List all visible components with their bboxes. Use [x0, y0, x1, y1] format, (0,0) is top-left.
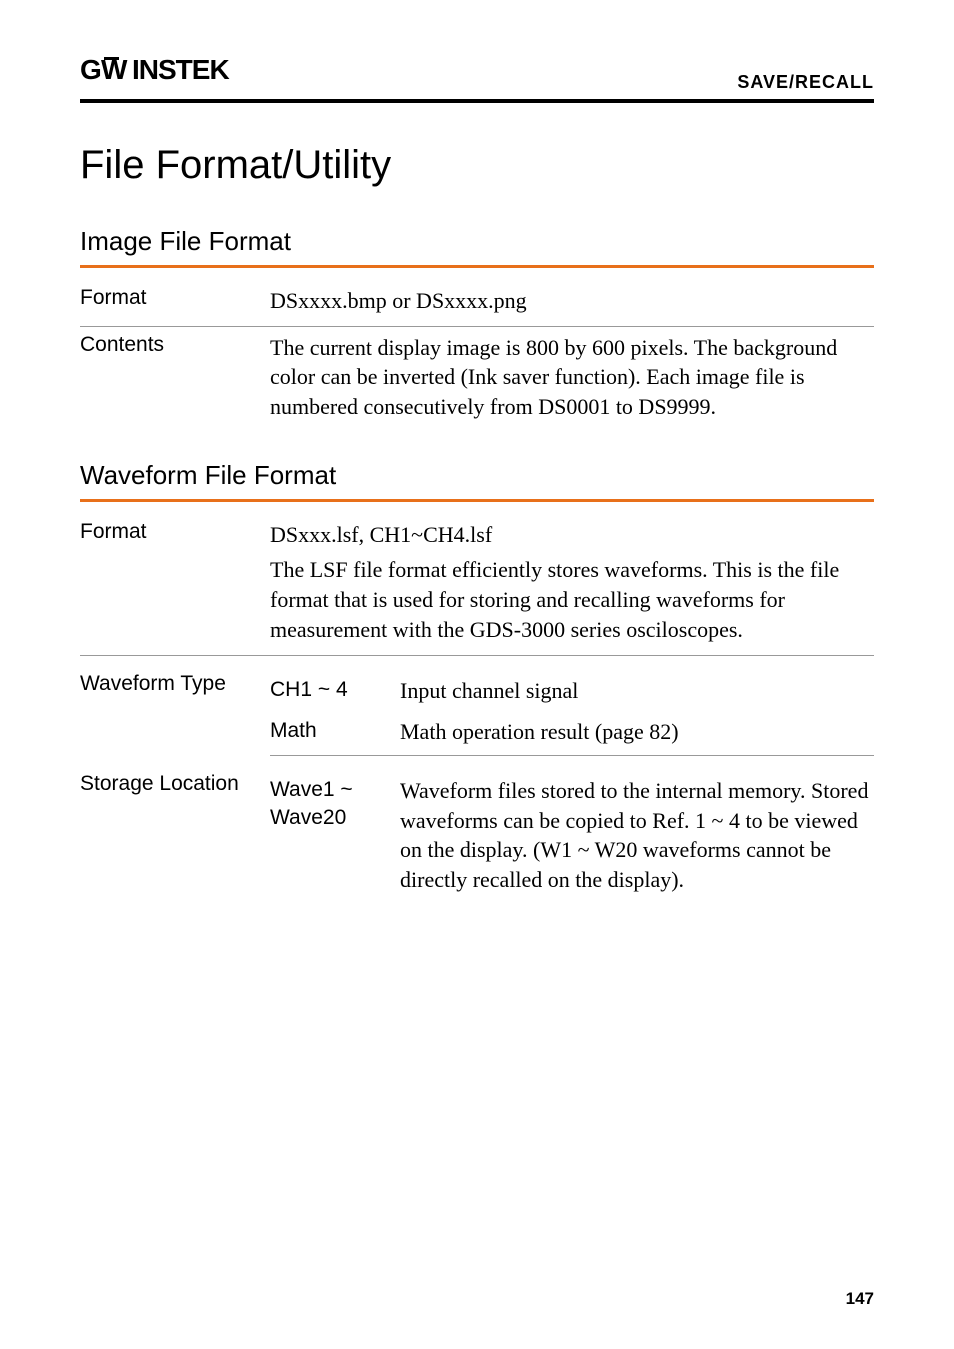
waveform-format-desc-row: The LSF file format efficiently stores w…	[80, 553, 874, 655]
svg-text:G: G	[80, 55, 102, 85]
row-label: Format	[80, 286, 270, 310]
image-contents-row: Contents The current display image is 80…	[80, 327, 874, 432]
row-label: Waveform Type	[80, 672, 270, 696]
orange-rule	[80, 499, 874, 502]
page-header: G W INSTEK SAVE/RECALL	[80, 55, 874, 99]
waveform-type-subrow: CH1 ~ 4 Input channel signal	[270, 672, 874, 714]
page-number: 147	[846, 1289, 874, 1309]
header-section-label: SAVE/RECALL	[737, 72, 874, 93]
waveform-type-row: Waveform Type CH1 ~ 4 Input channel sign…	[80, 666, 874, 756]
waveform-type-subrow: Math Math operation result (page 82)	[270, 713, 874, 756]
subrow-name: Math	[270, 717, 400, 747]
storage-location-subrow: Wave1 ~ Wave20 Waveform files stored to …	[270, 772, 874, 903]
waveform-format-row: Format DSxxx.lsf, CH1~CH4.lsf	[80, 514, 874, 554]
waveform-file-format-heading: Waveform File Format	[80, 460, 874, 491]
subrow-name: CH1 ~ 4	[270, 676, 400, 706]
row-nested: CH1 ~ 4 Input channel signal Math Math o…	[270, 672, 874, 756]
row-value: The current display image is 800 by 600 …	[270, 333, 874, 422]
row-label: Contents	[80, 333, 270, 357]
row-value: The LSF file format efficiently stores w…	[270, 555, 874, 644]
page-title: File Format/Utility	[80, 143, 874, 188]
storage-location-row: Storage Location Wave1 ~ Wave20 Waveform…	[80, 766, 874, 913]
header-rule	[80, 99, 874, 103]
brand-logo: G W INSTEK	[80, 55, 255, 93]
orange-rule	[80, 265, 874, 268]
row-label: Storage Location	[80, 772, 270, 796]
subrow-desc: Input channel signal	[400, 676, 874, 706]
subrow-desc: Math operation result (page 82)	[400, 717, 874, 747]
svg-text:INSTEK: INSTEK	[132, 55, 229, 85]
image-file-format-heading: Image File Format	[80, 226, 874, 257]
subrow-name: Wave1 ~ Wave20	[270, 776, 400, 895]
image-format-row: Format DSxxxx.bmp or DSxxxx.png	[80, 280, 874, 327]
row-label: Format	[80, 520, 270, 544]
row-value: DSxxx.lsf, CH1~CH4.lsf	[270, 520, 874, 550]
subrow-desc: Waveform files stored to the internal me…	[400, 776, 874, 895]
row-value: DSxxxx.bmp or DSxxxx.png	[270, 286, 874, 316]
row-nested: Wave1 ~ Wave20 Waveform files stored to …	[270, 772, 874, 903]
